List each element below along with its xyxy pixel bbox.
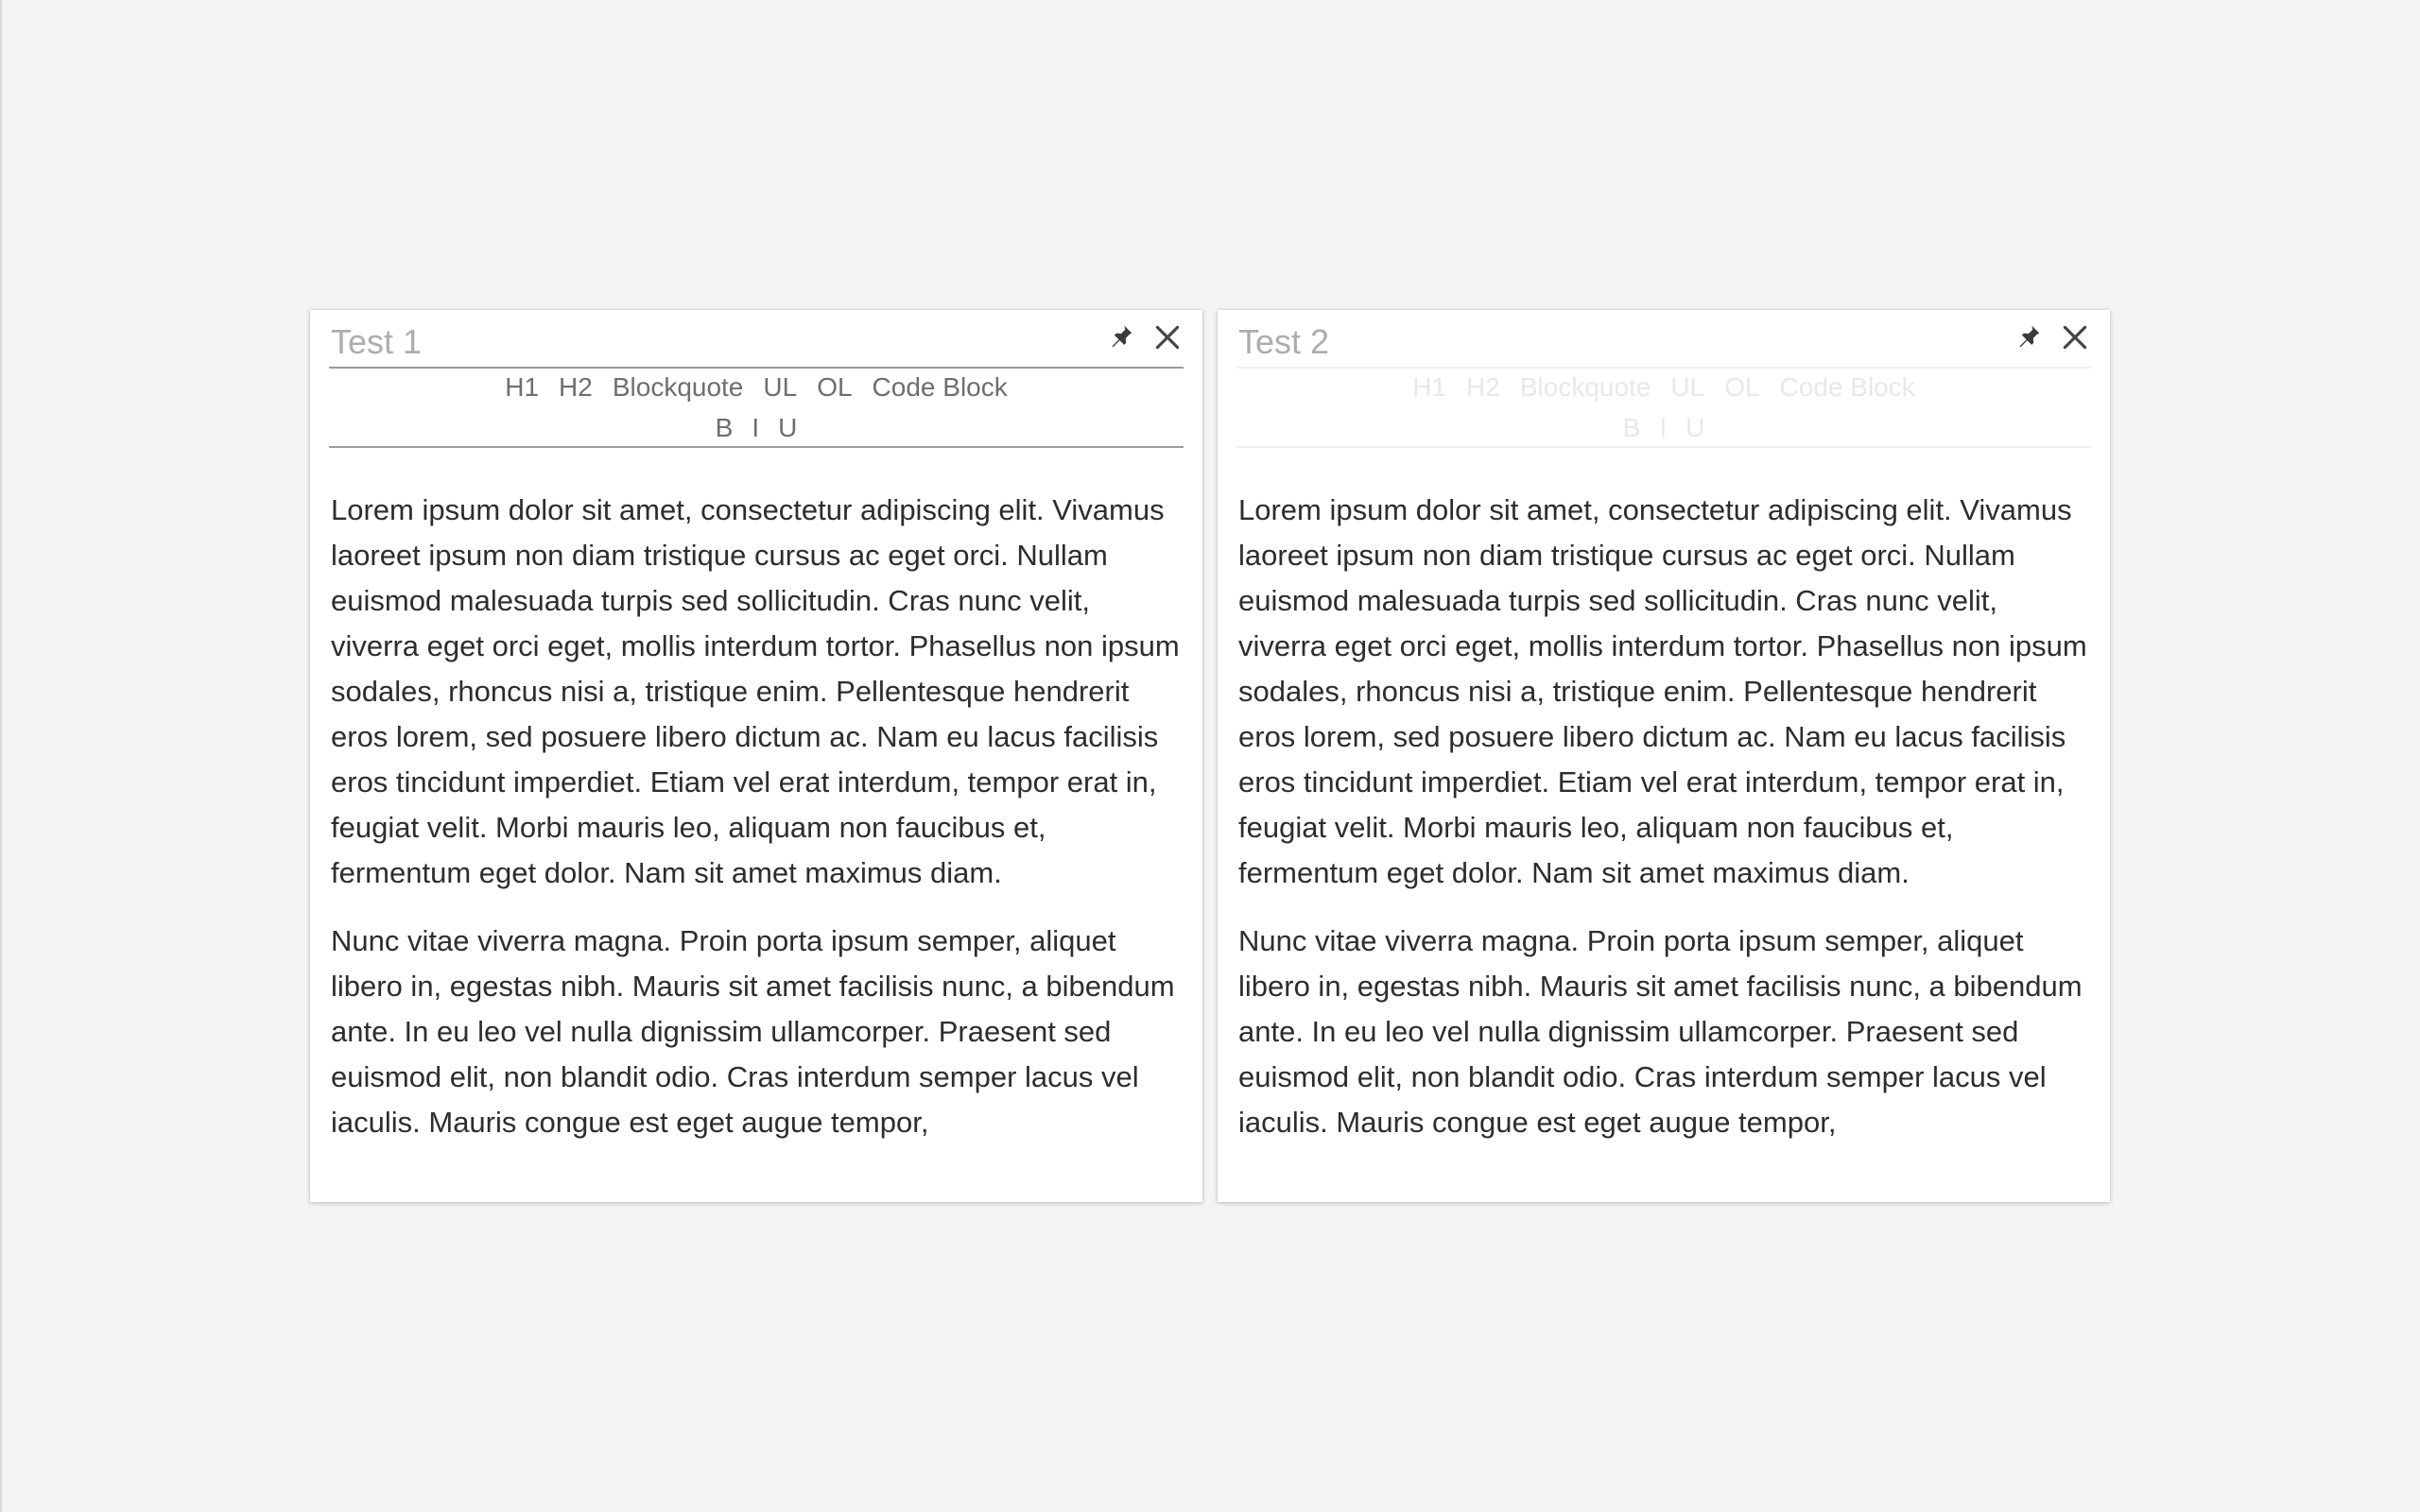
h2-button[interactable]: H2 [559,369,593,406]
close-icon[interactable] [2059,321,2091,353]
underline-button[interactable]: U [778,409,797,447]
paragraph: Lorem ipsum dolor sit amet, consectetur … [1238,493,2087,889]
close-icon[interactable] [1151,321,1184,353]
title-row: Test 1 [329,310,1184,369]
title-row: Test 2 [1236,310,2091,369]
underline-button[interactable]: U [1685,409,1704,447]
window-left-edge [0,0,2,1512]
toolbar-row-inline: B I U [1236,409,2091,447]
blockquote-button[interactable]: Blockquote [613,369,744,406]
toolbar-row-block: H1 H2 Blockquote UL OL Code Block [1236,369,2091,406]
ul-button[interactable]: UL [1670,369,1704,406]
toolbar-row-inline: B I U [329,409,1184,447]
bold-button[interactable]: B [1623,409,1641,447]
code-block-button[interactable]: Code Block [1780,369,1915,406]
toolbar-row-block: H1 H2 Blockquote UL OL Code Block [329,369,1184,406]
pin-icon[interactable] [1106,321,1136,352]
bold-button[interactable]: B [716,409,734,447]
italic-button[interactable]: I [1659,409,1667,447]
ol-button[interactable]: OL [1724,369,1759,406]
formatting-toolbar: H1 H2 Blockquote UL OL Code Block B I U [329,369,1184,448]
blockquote-button[interactable]: Blockquote [1520,369,1651,406]
note-card-1[interactable]: Test 1 H1 H2 Blockquote UL OL Code Block… [310,310,1202,1202]
h1-button[interactable]: H1 [1412,369,1446,406]
paragraph: Nunc vitae viverra magna. Proin porta ip… [1238,924,2083,1139]
ul-button[interactable]: UL [763,369,797,406]
pin-icon[interactable] [2014,321,2044,352]
h1-button[interactable]: H1 [505,369,539,406]
note-title-input[interactable]: Test 1 [331,323,422,361]
ol-button[interactable]: OL [817,369,852,406]
note-title-input[interactable]: Test 2 [1238,323,1329,361]
note-editor-body[interactable]: Lorem ipsum dolor sit amet, consectetur … [331,488,1185,1168]
italic-button[interactable]: I [752,409,759,447]
note-card-2[interactable]: Test 2 H1 H2 Blockquote UL OL Code Block… [1218,310,2110,1202]
formatting-toolbar: H1 H2 Blockquote UL OL Code Block B I U [1236,369,2091,448]
paragraph: Lorem ipsum dolor sit amet, consectetur … [331,493,1180,889]
code-block-button[interactable]: Code Block [873,369,1008,406]
h2-button[interactable]: H2 [1466,369,1500,406]
paragraph: Nunc vitae viverra magna. Proin porta ip… [331,924,1175,1139]
note-editor-body[interactable]: Lorem ipsum dolor sit amet, consectetur … [1238,488,2093,1168]
